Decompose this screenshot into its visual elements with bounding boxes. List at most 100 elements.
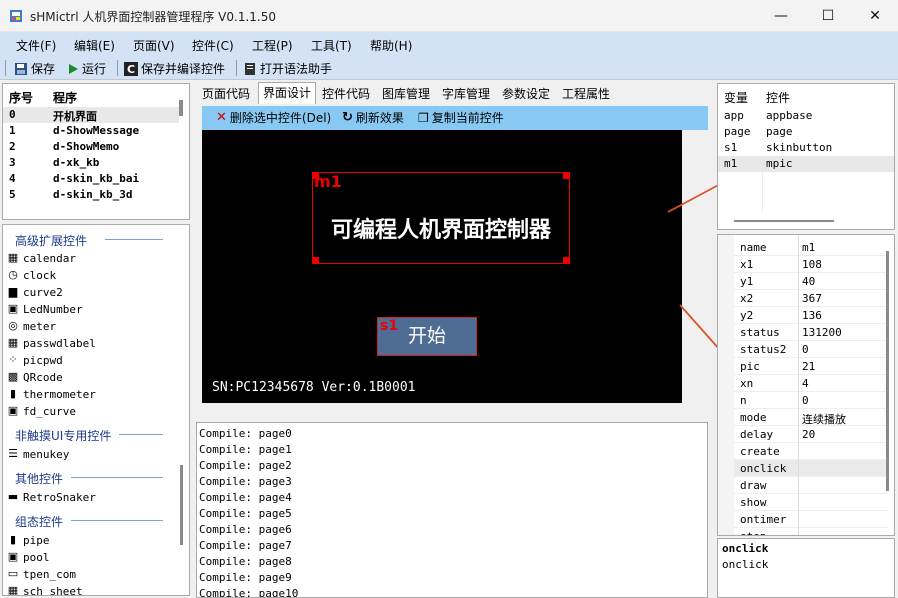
tab-page-code[interactable]: 页面代码	[198, 84, 254, 104]
program-row[interactable]: 4 d-skin_kb_bai	[3, 171, 179, 187]
property-row-name[interactable]: name m1	[718, 239, 888, 256]
copy-control-label: 复制当前控件	[431, 111, 504, 125]
group-scada[interactable]: 组态控件	[15, 513, 63, 530]
tab-parameters[interactable]: 参数设定	[498, 84, 554, 104]
toolbox-item[interactable]: ▦ sch_sheet	[7, 583, 83, 596]
resize-handle[interactable]	[312, 257, 319, 264]
program-list-scrollbar[interactable]	[179, 100, 183, 116]
property-key: status2	[740, 343, 787, 356]
toolbox-item[interactable]: ◷ clock	[7, 267, 56, 283]
toolbox-item[interactable]: ☰ menukey	[7, 446, 69, 462]
resize-handle[interactable]	[563, 257, 570, 264]
toolbox-item[interactable]: ⁘ picpwd	[7, 352, 62, 368]
refresh-icon: ↻	[342, 110, 353, 125]
toolbox-item[interactable]: ▦ passwdlabel	[7, 335, 96, 351]
property-value[interactable]: m1	[802, 241, 815, 254]
resize-handle[interactable]	[563, 172, 570, 179]
variable-row[interactable]: m1 mpic	[718, 156, 894, 172]
property-row-show[interactable]: show	[718, 494, 888, 511]
property-row-delay[interactable]: delay 20	[718, 426, 888, 443]
keypad-icon: ▦	[7, 336, 19, 349]
property-row-y1[interactable]: y1 40	[718, 273, 888, 290]
property-row-status[interactable]: status 131200	[718, 324, 888, 341]
toolbox-item[interactable]: ▩ QRcode	[7, 369, 63, 385]
delete-control-button[interactable]: ✕ 删除选中控件(Del)	[216, 109, 331, 126]
run-label: 运行	[82, 62, 107, 76]
group-non-touch[interactable]: 非触摸UI专用控件	[15, 427, 111, 444]
menu-help[interactable]: 帮助(H)	[370, 37, 412, 54]
toolbox-item[interactable]: ▣ pool	[7, 549, 50, 565]
menu-control[interactable]: 控件(C)	[192, 37, 234, 54]
property-row-onclick[interactable]: onclick	[718, 460, 888, 477]
property-value[interactable]: 367	[802, 292, 822, 305]
property-value[interactable]: 21	[802, 360, 815, 373]
menu-project[interactable]: 工程(P)	[252, 37, 293, 54]
maximize-button[interactable]: ☐	[805, 0, 851, 32]
property-row-xn[interactable]: xn 4	[718, 375, 888, 392]
property-value[interactable]: 0	[802, 343, 809, 356]
menu-page[interactable]: 页面(V)	[133, 37, 175, 54]
log-line: Compile: page5	[199, 507, 292, 520]
property-row-ontimer[interactable]: ontimer	[718, 511, 888, 528]
property-value[interactable]: 连续播放	[802, 411, 846, 427]
refresh-button[interactable]: ↻ 刷新效果	[342, 109, 404, 126]
property-row-mode[interactable]: mode 连续播放	[718, 409, 888, 426]
tab-ui-design[interactable]: 界面设计	[258, 82, 317, 104]
minimize-button[interactable]: —	[758, 0, 804, 32]
property-row-n[interactable]: n0	[718, 392, 888, 409]
variable-table-scrollbar[interactable]	[734, 220, 834, 222]
property-value[interactable]: 4	[802, 377, 809, 390]
save-button[interactable]: 保存	[14, 60, 55, 77]
variable-row[interactable]: s1 skinbutton	[718, 140, 894, 156]
property-row-x1[interactable]: x1 108	[718, 256, 888, 273]
menu-file[interactable]: 文件(F)	[16, 37, 56, 54]
program-row[interactable]: 5 d-skin_kb_3d	[3, 187, 179, 203]
tab-control-code[interactable]: 控件代码	[318, 84, 374, 104]
toolbox-item[interactable]: ◎ meter	[7, 318, 56, 334]
property-value[interactable]: 136	[802, 309, 822, 322]
toolbox-item[interactable]: ▮ thermometer	[7, 386, 96, 402]
property-row-y2[interactable]: y2 136	[718, 307, 888, 324]
close-button[interactable]: ✕	[852, 0, 898, 32]
property-value[interactable]: 0	[802, 394, 809, 407]
tab-project-properties[interactable]: 工程属性	[558, 84, 614, 104]
program-row[interactable]: 1 d-ShowMessage	[3, 123, 179, 139]
program-row[interactable]: 0 开机界面	[3, 107, 179, 123]
toolbox-scrollbar[interactable]	[180, 465, 183, 545]
dot-grid-icon: ⁘	[8, 353, 18, 366]
run-button[interactable]: 运行	[67, 60, 106, 77]
toolbox-item[interactable]: ▭ tpen_com	[7, 566, 76, 582]
property-row-draw[interactable]: draw	[718, 477, 888, 494]
property-row-x2[interactable]: x2 367	[718, 290, 888, 307]
toolbox-item[interactable]: ▆ curve2	[7, 284, 63, 300]
variable-row[interactable]: page page	[718, 124, 894, 140]
tab-image-library[interactable]: 图库管理	[378, 84, 434, 104]
tab-font-library[interactable]: 字库管理	[438, 84, 494, 104]
property-row-stop[interactable]: stop	[718, 528, 888, 535]
log-line: Compile: page7	[199, 539, 292, 552]
group-other[interactable]: 其他控件	[15, 470, 63, 487]
syntax-helper-button[interactable]: 打开语法助手	[243, 60, 332, 77]
program-row[interactable]: 2 d-ShowMemo	[3, 139, 179, 155]
menu-tools[interactable]: 工具(T)	[311, 37, 352, 54]
property-row-pic[interactable]: pic 21	[718, 358, 888, 375]
design-canvas[interactable]	[202, 130, 682, 403]
property-value[interactable]: 108	[802, 258, 822, 271]
copy-control-button[interactable]: ❐ 复制当前控件	[418, 109, 504, 126]
toolbox-item[interactable]: ▬ RetroSnaker	[7, 489, 96, 505]
property-row-create[interactable]: create	[718, 443, 888, 460]
property-value[interactable]: 131200	[802, 326, 842, 339]
toolbox-item[interactable]: ▣ LedNumber	[7, 301, 83, 317]
toolbox-item[interactable]: ▦ calendar	[7, 250, 76, 266]
property-value[interactable]: 20	[802, 428, 815, 441]
toolbox-item[interactable]: ▮ pipe	[7, 532, 50, 548]
save-compile-button[interactable]: C 保存并编译控件	[124, 60, 225, 77]
property-value[interactable]: 40	[802, 275, 815, 288]
program-row[interactable]: 3 d-xk_kb	[3, 155, 179, 171]
group-advanced[interactable]: 高级扩展控件	[15, 232, 87, 249]
menu-edit[interactable]: 编辑(E)	[74, 37, 115, 54]
toolbox-item[interactable]: ▣ fd_curve	[7, 403, 76, 419]
variable-row[interactable]: app appbase	[718, 108, 894, 124]
property-row-status2[interactable]: status2 0	[718, 341, 888, 358]
property-grid-scrollbar[interactable]	[886, 251, 889, 491]
